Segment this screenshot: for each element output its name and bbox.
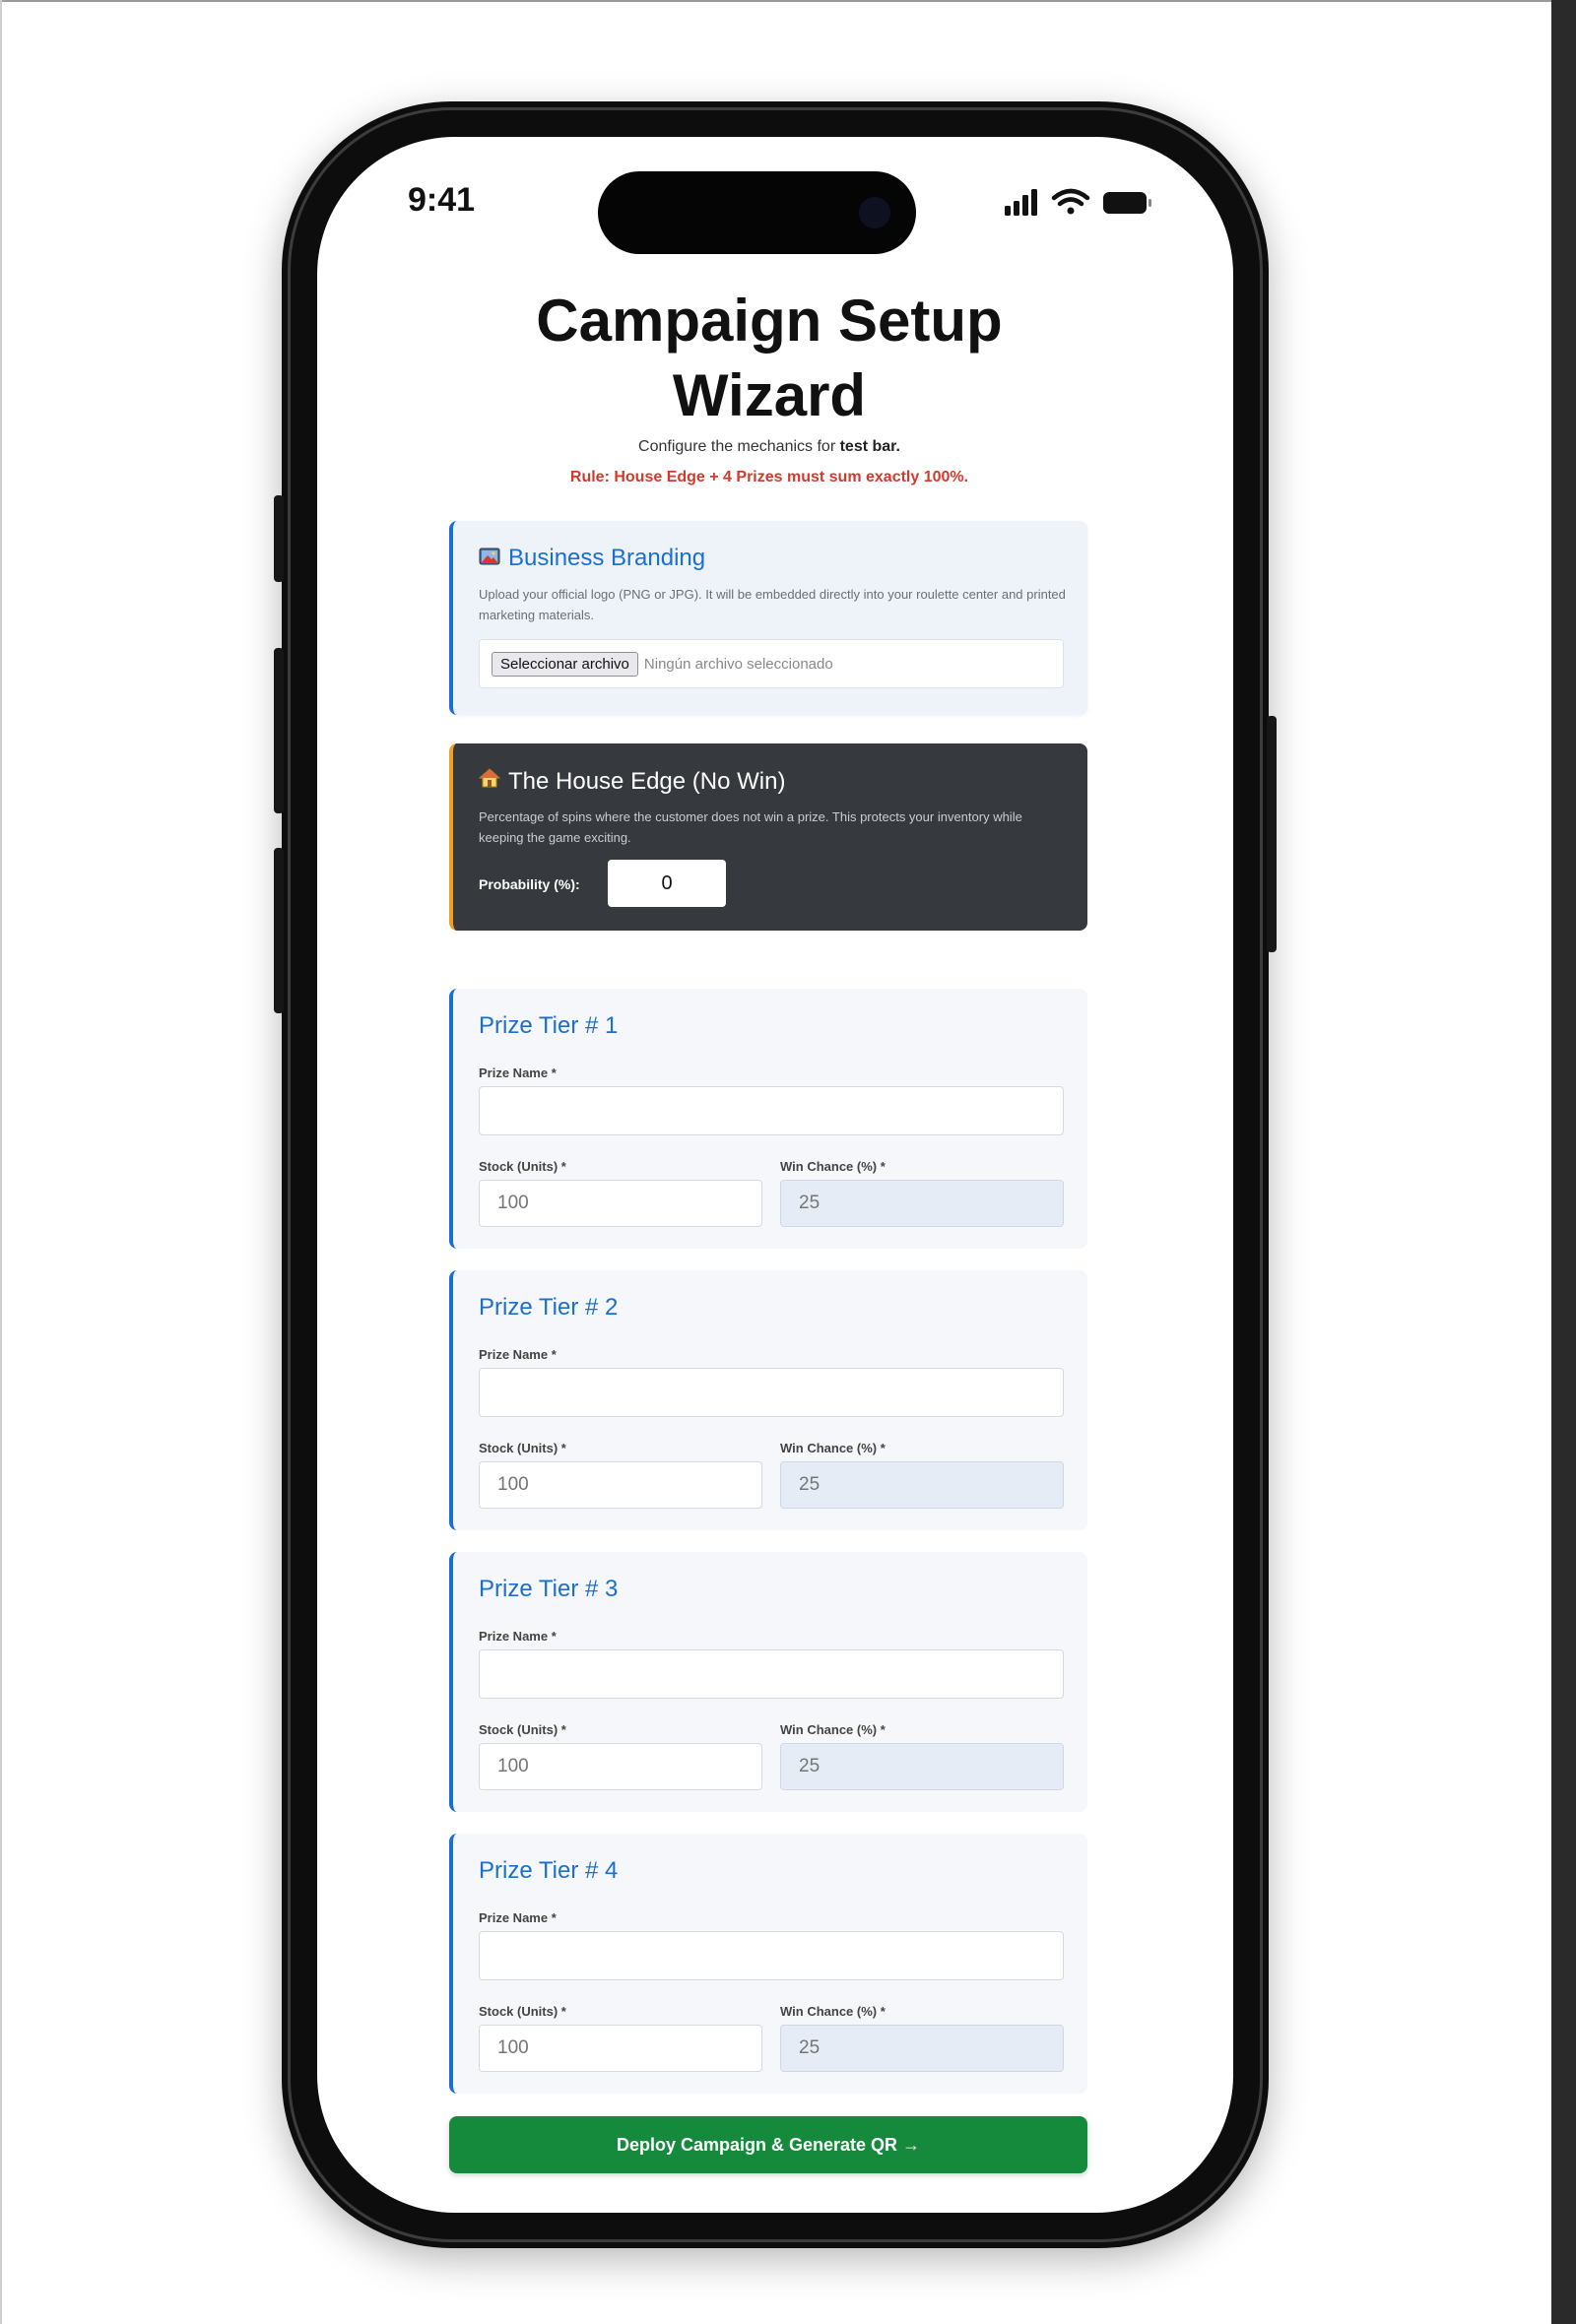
status-time: 9:41 [408, 181, 476, 219]
image-icon [479, 545, 500, 572]
business-branding-card: Business Branding Upload your official l… [449, 521, 1087, 715]
branding-description: Upload your official logo (PNG or JPG). … [479, 587, 1066, 622]
prize-tier-card: Prize Tier # 4 Prize Name * Stock (Units… [449, 1834, 1087, 2094]
prize-name-input[interactable] [479, 1931, 1064, 1980]
app-content: 9:41 Campaign Setup Wizard Configure the [0, 0, 1576, 2324]
stock-label: Stock (Units) * [479, 1722, 566, 1737]
battery-icon [1103, 192, 1151, 214]
prize-name-input[interactable] [479, 1649, 1064, 1699]
prize-name-label: Prize Name * [479, 1065, 557, 1080]
business-name: test bar. [839, 438, 900, 455]
probability-label: Probability (%): [479, 876, 580, 892]
branding-heading: Business Branding [479, 545, 705, 572]
branding-title: Business Branding [508, 545, 706, 571]
prize-name-label: Prize Name * [479, 1347, 557, 1362]
stock-input[interactable] [479, 1180, 762, 1227]
stock-label: Stock (Units) * [479, 2004, 566, 2019]
sum-rule-notice: Rule: House Edge + 4 Prizes must sum exa… [569, 469, 969, 485]
page-title: Campaign Setup Wizard [536, 288, 1003, 428]
house-edge-heading: The House Edge (No Win) [478, 767, 786, 796]
prize-tier-card: Prize Tier # 1 Prize Name * Stock (Units… [449, 989, 1087, 1249]
house-probability-input[interactable] [608, 860, 726, 907]
logo-file-input[interactable]: Seleccionar archivo Ningún archivo selec… [479, 639, 1064, 688]
prize-name-label: Prize Name * [479, 1910, 557, 1925]
house-edge-description: Percentage of spins where the customer d… [479, 809, 1022, 845]
house-icon [478, 767, 501, 796]
tier-title: Prize Tier # 2 [479, 1294, 619, 1321]
win-chance-input [780, 1461, 1064, 1509]
stock-input[interactable] [479, 2025, 762, 2072]
deploy-campaign-button[interactable]: Deploy Campaign & Generate QR → [449, 2116, 1087, 2173]
file-status: Ningún archivo seleccionado [643, 655, 833, 673]
tier-title: Prize Tier # 3 [479, 1576, 619, 1602]
tier-title: Prize Tier # 4 [479, 1857, 619, 1884]
prize-name-label: Prize Name * [479, 1629, 557, 1644]
status-icons [1005, 186, 1152, 220]
win-chance-input [780, 2025, 1064, 2072]
tier-title: Prize Tier # 1 [479, 1012, 619, 1039]
win-chance-label: Win Chance (%) * [780, 1441, 886, 1455]
win-chance-input [780, 1743, 1064, 1790]
stock-input[interactable] [479, 1461, 762, 1509]
page-subtitle: Configure the mechanics for test bar. [449, 438, 1089, 456]
prize-name-input[interactable] [479, 1368, 1064, 1417]
front-camera [859, 197, 890, 228]
prize-tier-card: Prize Tier # 2 Prize Name * Stock (Units… [449, 1270, 1087, 1530]
win-chance-label: Win Chance (%) * [780, 1722, 886, 1737]
win-chance-label: Win Chance (%) * [780, 2004, 886, 2019]
dynamic-island [598, 171, 916, 254]
choose-file-button[interactable]: Seleccionar archivo [492, 651, 638, 677]
house-edge-card: The House Edge (No Win) Percentage of sp… [449, 743, 1087, 931]
stock-input[interactable] [479, 1743, 762, 1790]
win-chance-input [780, 1180, 1064, 1227]
subtitle-text: Configure the mechanics for [638, 438, 840, 455]
cellular-signal-icon [1005, 189, 1037, 216]
win-chance-label: Win Chance (%) * [780, 1159, 886, 1174]
stock-label: Stock (Units) * [479, 1159, 566, 1174]
wifi-icon [1051, 188, 1090, 215]
prize-name-input[interactable] [479, 1086, 1064, 1135]
stock-label: Stock (Units) * [479, 1441, 566, 1455]
house-edge-title: The House Edge (No Win) [508, 767, 786, 795]
prize-tier-card: Prize Tier # 3 Prize Name * Stock (Units… [449, 1552, 1087, 1812]
